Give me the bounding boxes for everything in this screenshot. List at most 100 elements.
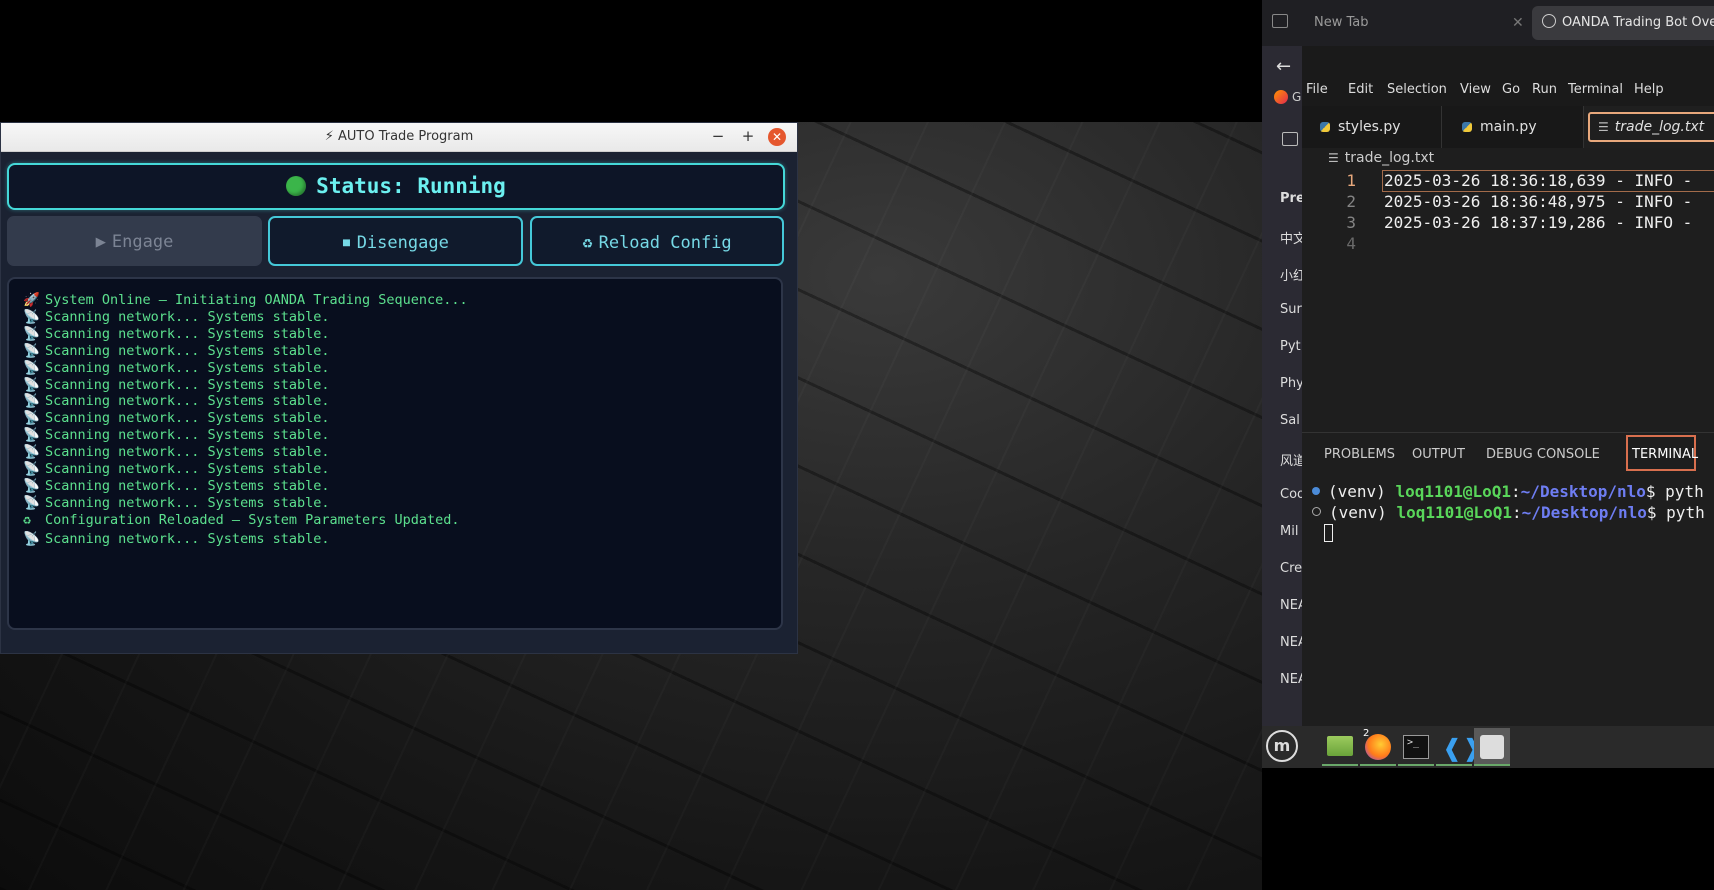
bookmark-item[interactable]: Mil <box>1280 524 1302 539</box>
satellite-icon: 📡 <box>23 477 40 494</box>
disengage-label: Disengage <box>356 233 449 253</box>
bookmark-item[interactable]: Sal <box>1280 413 1302 428</box>
auto-trade-window: ⚡ AUTO Trade Program − + ✕ Status: Runni… <box>0 122 798 654</box>
satellite-icon: 📡 <box>23 359 40 376</box>
log-output[interactable]: 🚀 System Online — Initiating OANDA Tradin… <box>7 277 783 630</box>
reload-config-button[interactable]: ♻ Reload Config <box>530 216 784 266</box>
python-app[interactable] <box>1474 728 1510 766</box>
satellite-icon: 📡 <box>23 393 40 410</box>
satellite-icon: 📡 <box>23 461 40 478</box>
editor-tabs: styles.py main.py ☰ trade_log.txt <box>1302 106 1714 148</box>
files-app[interactable] <box>1322 728 1358 766</box>
window-titlebar[interactable]: ⚡ AUTO Trade Program − + ✕ <box>1 123 797 152</box>
log-line: 📡 Scanning network... Systems stable. <box>23 359 330 376</box>
tab-styles-py[interactable]: styles.py <box>1302 106 1442 148</box>
command-status-icon <box>1312 507 1321 516</box>
menu-file[interactable]: File <box>1306 82 1328 97</box>
menu-terminal[interactable]: Terminal <box>1568 82 1623 97</box>
maximize-button[interactable]: + <box>739 128 757 146</box>
bookmark-label[interactable]: G <box>1292 90 1301 104</box>
terminal-app[interactable]: >_ <box>1398 728 1434 766</box>
log-line: 📡 Scanning network... Systems stable. <box>23 477 330 494</box>
tab-main-py[interactable]: main.py <box>1442 106 1584 148</box>
code-editor[interactable]: 1 2025-03-26 18:36:18,639 - INFO - 2 202… <box>1302 170 1714 440</box>
editor-line: 4 <box>1302 233 1714 255</box>
mint-menu-icon[interactable]: m <box>1266 730 1298 762</box>
satellite-icon: 📡 <box>23 427 40 444</box>
engage-label: Engage <box>111 232 174 252</box>
bookmark-item[interactable]: 风道 <box>1280 450 1302 469</box>
stop-icon: ⏹ <box>342 233 351 253</box>
python-icon <box>1462 122 1472 132</box>
satellite-icon: 📡 <box>23 376 40 393</box>
back-arrow-icon[interactable]: ← <box>1276 56 1291 77</box>
tab-list-icon[interactable] <box>1272 14 1288 28</box>
breadcrumb[interactable]: ☰ trade_log.txt <box>1328 150 1434 166</box>
menu-selection[interactable]: Selection <box>1387 82 1447 97</box>
line-number: 4 <box>1346 234 1356 253</box>
bookmark-item[interactable]: Cre <box>1280 561 1302 576</box>
satellite-icon: 📡 <box>23 494 40 511</box>
command-status-icon <box>1312 487 1320 495</box>
recycle-icon: ♻ <box>582 233 593 253</box>
panel-tabs: PROBLEMS OUTPUT DEBUG CONSOLE TERMINAL <box>1302 433 1714 473</box>
window-title: ⚡ AUTO Trade Program <box>324 129 474 144</box>
minimize-button[interactable]: − <box>709 128 727 146</box>
vscode-app[interactable]: ❰❱ <box>1436 728 1482 766</box>
editor-line: 2 2025-03-26 18:36:48,975 - INFO - <box>1302 191 1714 213</box>
tab-trade-log[interactable]: ☰ trade_log.txt <box>1584 106 1714 148</box>
terminal-cursor[interactable] <box>1324 524 1333 542</box>
window-count-badge: 2 <box>1363 728 1370 739</box>
disengage-button[interactable]: ⏹ Disengage <box>268 216 523 266</box>
log-line: 📡 Scanning network... Systems stable. <box>23 376 330 393</box>
taskbar: m 2 >_ ❰❱ <box>1262 726 1714 768</box>
editor-line: 3 2025-03-26 18:37:19,286 - INFO - <box>1302 212 1714 234</box>
tab-label: New Tab <box>1314 15 1369 30</box>
panel-tab-terminal[interactable]: TERMINAL <box>1632 447 1698 462</box>
bookmark-item[interactable]: Sur <box>1280 302 1302 317</box>
bookmark-item[interactable]: 中文 <box>1280 228 1302 247</box>
satellite-icon: 📡 <box>23 444 40 461</box>
bookmark-item[interactable]: NEA <box>1280 635 1302 650</box>
bookmark-item[interactable]: Phy <box>1280 376 1302 391</box>
text-file-icon: ☰ <box>1328 151 1339 165</box>
log-line: 📡 Scanning network... Systems stable. <box>23 393 330 410</box>
menu-edit[interactable]: Edit <box>1348 82 1373 97</box>
bookmark-item[interactable]: 小红 <box>1280 265 1302 284</box>
menu-view[interactable]: View <box>1460 82 1491 97</box>
tab-oanda[interactable]: OANDA Trading Bot Over <box>1532 6 1714 40</box>
satellite-icon: 📡 <box>23 530 40 547</box>
sidebar-toggle-icon[interactable] <box>1282 132 1298 146</box>
panel-tab-output[interactable]: OUTPUT <box>1412 447 1465 462</box>
menu-help[interactable]: Help <box>1634 82 1664 97</box>
python-icon <box>1320 122 1330 132</box>
log-line: 📡 Scanning network... Systems stable. <box>23 530 330 547</box>
firefox-app[interactable]: 2 <box>1360 728 1396 766</box>
satellite-icon: 📡 <box>23 342 40 359</box>
satellite-icon: 📡 <box>23 308 40 325</box>
browser-sidebar: ← G Pre 中文 小红 Sur Pyt Phy Sal 风道 Coo Mil… <box>1262 46 1302 726</box>
bookmark-item[interactable]: Pre <box>1280 191 1302 206</box>
close-button[interactable]: ✕ <box>768 128 786 146</box>
engage-button[interactable]: ▶ Engage <box>7 216 262 266</box>
panel-tab-problems[interactable]: PROBLEMS <box>1324 447 1395 462</box>
terminal-icon: >_ <box>1403 735 1429 759</box>
openai-icon <box>1542 14 1556 28</box>
tab-label: OANDA Trading Bot Over <box>1562 15 1714 30</box>
bookmark-item[interactable]: Coo <box>1280 487 1302 502</box>
recycle-icon: ♻ <box>23 511 32 528</box>
bookmark-item[interactable]: Pyt <box>1280 339 1302 354</box>
reload-config-label: Reload Config <box>598 233 732 253</box>
vscode-titlebar[interactable] <box>1302 46 1714 76</box>
tab-new-tab[interactable]: New Tab ✕ <box>1312 6 1524 40</box>
status-dot-icon <box>286 176 307 196</box>
menu-go[interactable]: Go <box>1502 82 1520 97</box>
terminal-line: (venv) loq1101@LoQ1:~/Desktop/nlo$ pyth <box>1312 482 1704 501</box>
bookmark-item[interactable]: NEA <box>1280 598 1302 613</box>
vscode-window: File Edit Selection View Go Run Terminal… <box>1302 46 1714 726</box>
panel-tab-debug-console[interactable]: DEBUG CONSOLE <box>1486 447 1600 462</box>
menu-run[interactable]: Run <box>1532 82 1557 97</box>
bookmark-item[interactable]: NEA <box>1280 672 1302 687</box>
log-line: 📡 Scanning network... Systems stable. <box>23 342 330 359</box>
close-icon[interactable]: ✕ <box>1512 6 1524 40</box>
